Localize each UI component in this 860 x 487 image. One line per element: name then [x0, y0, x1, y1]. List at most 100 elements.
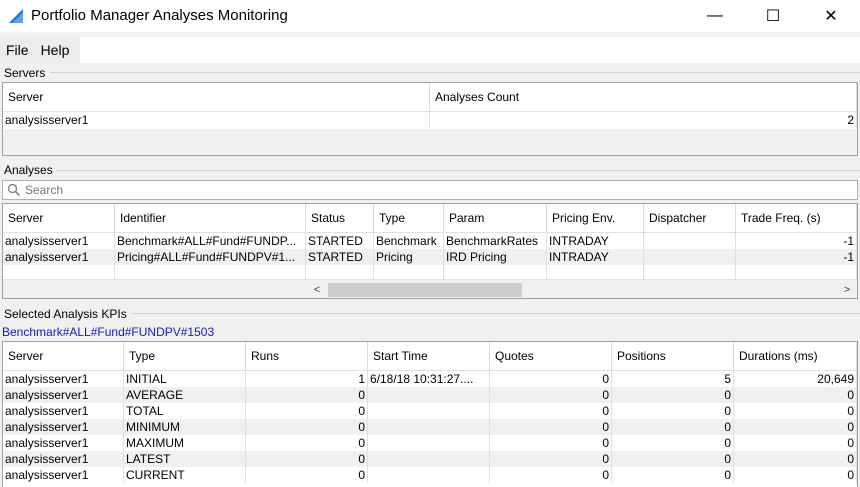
search-box[interactable]: [2, 180, 858, 200]
servers-header: Server Analyses Count: [3, 83, 857, 112]
servers-table: Server Analyses Count analysisserver1 2: [2, 82, 858, 156]
positions-cell: 0: [612, 387, 734, 403]
scroll-left-icon[interactable]: <: [307, 280, 327, 298]
table-row[interactable]: analysisserver1 CURRENT 0 0 0 0: [3, 467, 857, 483]
param-cell: BenchmarkRates: [444, 233, 547, 249]
column-header-status[interactable]: Status: [306, 204, 374, 233]
quotes-cell: 0: [490, 467, 612, 483]
column-header-type[interactable]: Type: [124, 342, 246, 371]
durations-cell: 0: [734, 419, 857, 435]
start-time-cell: [368, 419, 490, 435]
quotes-cell: 0: [490, 451, 612, 467]
positions-cell: 0: [612, 435, 734, 451]
type-cell: Benchmark: [374, 233, 444, 249]
quotes-cell: 0: [490, 403, 612, 419]
analyses-header: Server Identifier Status Type Param Pric…: [3, 204, 857, 233]
kpis-header: Server Type Runs Start Time Quotes Posit…: [3, 342, 857, 371]
analyses-count-cell: 2: [430, 112, 857, 128]
type-cell: LATEST: [124, 451, 246, 467]
column-header-positions[interactable]: Positions: [612, 342, 734, 371]
identifier-cell: Benchmark#ALL#Fund#FUNDP...: [115, 233, 306, 249]
window-title: Portfolio Manager Analyses Monitoring: [31, 7, 288, 24]
column-header-server[interactable]: Server: [3, 342, 124, 371]
table-row[interactable]: analysisserver1 Pricing#ALL#Fund#FUNDPV#…: [3, 249, 857, 265]
analyses-label: Analyses: [4, 163, 53, 177]
table-row[interactable]: analysisserver1 LATEST 0 0 0 0: [3, 451, 857, 467]
column-header-type[interactable]: Type: [374, 204, 444, 233]
search-input[interactable]: [25, 182, 845, 198]
column-header-durations[interactable]: Durations (ms): [734, 342, 857, 371]
start-time-cell: [368, 403, 490, 419]
status-cell: STARTED: [306, 249, 374, 265]
type-cell: MAXIMUM: [124, 435, 246, 451]
start-time-cell: [368, 387, 490, 403]
selected-analysis-identifier: Benchmark#ALL#Fund#FUNDPV#1503: [2, 325, 215, 339]
durations-cell: 20,649: [734, 371, 857, 387]
close-button[interactable]: ✕: [802, 0, 860, 32]
search-icon: [7, 183, 21, 197]
quotes-cell: 0: [490, 435, 612, 451]
table-row[interactable]: analysisserver1 2: [3, 112, 857, 128]
column-header-quotes[interactable]: Quotes: [490, 342, 612, 371]
column-header-runs[interactable]: Runs: [246, 342, 368, 371]
table-row[interactable]: analysisserver1 AVERAGE 0 0 0 0: [3, 387, 857, 403]
server-cell: analysisserver1: [3, 435, 124, 451]
column-header-analyses-count[interactable]: Analyses Count: [430, 83, 857, 112]
type-cell: MINIMUM: [124, 419, 246, 435]
minimize-icon: —: [707, 7, 723, 24]
column-header-start-time[interactable]: Start Time: [368, 342, 490, 371]
menu-help[interactable]: Help: [35, 37, 76, 63]
dispatcher-cell: [644, 233, 736, 249]
servers-label: Servers: [4, 66, 46, 80]
minimize-button[interactable]: —: [686, 0, 744, 32]
maximize-button[interactable]: ☐: [744, 0, 802, 32]
horizontal-scrollbar[interactable]: < >: [3, 279, 857, 298]
server-cell: analysisserver1: [3, 403, 124, 419]
column-header-param[interactable]: Param: [444, 204, 547, 233]
durations-cell: 0: [734, 451, 857, 467]
type-cell: TOTAL: [124, 403, 246, 419]
server-cell: analysisserver1: [3, 419, 124, 435]
quotes-cell: 0: [490, 387, 612, 403]
type-cell: CURRENT: [124, 467, 246, 483]
runs-cell: 0: [246, 419, 368, 435]
table-row[interactable]: analysisserver1 MAXIMUM 0 0 0 0: [3, 435, 857, 451]
scroll-right-icon[interactable]: >: [837, 280, 857, 298]
server-cell: analysisserver1: [3, 467, 124, 483]
scroll-thumb[interactable]: [328, 283, 522, 297]
table-row[interactable]: analysisserver1 Benchmark#ALL#Fund#FUNDP…: [3, 233, 857, 249]
title-bar: Portfolio Manager Analyses Monitoring — …: [0, 0, 860, 32]
server-cell: analysisserver1: [3, 249, 115, 265]
menu-bar: File Help: [0, 37, 860, 63]
quotes-cell: 0: [490, 419, 612, 435]
start-time-cell: 6/18/18 10:31:27....: [368, 371, 490, 387]
positions-cell: 0: [612, 467, 734, 483]
column-header-trade-freq[interactable]: Trade Freq. (s): [736, 204, 857, 233]
app-triangle-icon: [9, 9, 23, 23]
type-cell: AVERAGE: [124, 387, 246, 403]
column-header-server[interactable]: Server: [3, 204, 115, 233]
positions-cell: 0: [612, 451, 734, 467]
pricing-env-cell: INTRADAY: [547, 249, 644, 265]
positions-cell: 0: [612, 419, 734, 435]
kpis-divider: [132, 313, 860, 314]
table-row[interactable]: analysisserver1 MINIMUM 0 0 0 0: [3, 419, 857, 435]
runs-cell: 0: [246, 435, 368, 451]
table-row[interactable]: analysisserver1 TOTAL 0 0 0 0: [3, 403, 857, 419]
kpis-label: Selected Analysis KPIs: [4, 307, 127, 321]
start-time-cell: [368, 435, 490, 451]
column-header-identifier[interactable]: Identifier: [115, 204, 306, 233]
column-header-pricing-env[interactable]: Pricing Env.: [547, 204, 644, 233]
start-time-cell: [368, 467, 490, 483]
kpis-table: Server Type Runs Start Time Quotes Posit…: [2, 341, 858, 487]
column-header-server[interactable]: Server: [3, 83, 430, 112]
menu-file[interactable]: File: [0, 37, 35, 63]
table-row[interactable]: analysisserver1 INITIAL 1 6/18/18 10:31:27.…: [3, 371, 857, 387]
durations-cell: 0: [734, 467, 857, 483]
status-cell: STARTED: [306, 233, 374, 249]
trade-freq-cell: -1: [736, 233, 857, 249]
type-cell: INITIAL: [124, 371, 246, 387]
column-header-dispatcher[interactable]: Dispatcher: [644, 204, 736, 233]
dispatcher-cell: [644, 249, 736, 265]
close-icon: ✕: [824, 8, 838, 25]
